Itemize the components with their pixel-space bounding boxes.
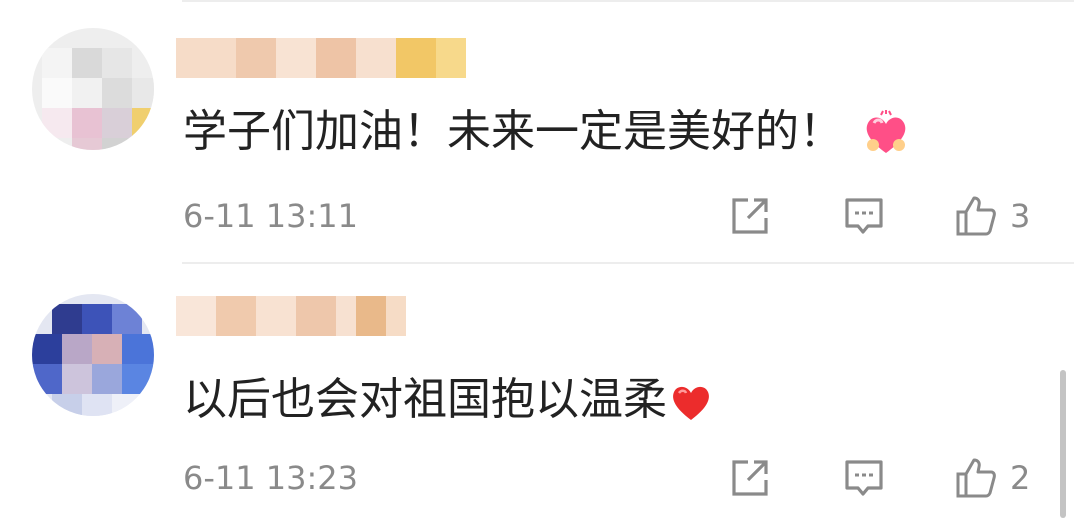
comment-time: 6-11 13:11 xyxy=(183,197,359,235)
comment-icon xyxy=(845,198,883,234)
comment-item: 学子们加油！未来一定是美好的！ 6-11 13:11 3 xyxy=(0,0,1074,262)
red-heart-emoji xyxy=(673,386,709,420)
comment-item: 以后也会对祖国抱以温柔 6-11 13:23 2 xyxy=(0,264,1074,518)
like-button[interactable]: 2 xyxy=(954,456,1030,500)
share-button[interactable] xyxy=(728,194,772,238)
username-redacted[interactable] xyxy=(176,38,476,78)
reply-button[interactable] xyxy=(842,194,886,238)
heart-hands-emoji xyxy=(866,110,906,153)
avatar[interactable] xyxy=(32,294,154,416)
thumbs-up-icon xyxy=(956,458,996,498)
like-count: 3 xyxy=(1010,197,1031,235)
comment-text: 以后也会对祖国抱以温柔 xyxy=(183,370,713,430)
share-icon xyxy=(732,460,768,496)
thumbs-up-icon xyxy=(956,196,996,236)
share-button[interactable] xyxy=(728,456,772,500)
share-icon xyxy=(732,198,768,234)
like-count: 2 xyxy=(1010,459,1031,497)
username-redacted[interactable] xyxy=(176,296,476,336)
scrollbar[interactable] xyxy=(1060,370,1066,518)
comment-text: 学子们加油！未来一定是美好的！ xyxy=(183,102,911,162)
like-button[interactable]: 3 xyxy=(954,194,1030,238)
avatar[interactable] xyxy=(32,28,154,150)
comment-time: 6-11 13:23 xyxy=(183,459,359,497)
comment-icon xyxy=(845,460,883,496)
reply-button[interactable] xyxy=(842,456,886,500)
